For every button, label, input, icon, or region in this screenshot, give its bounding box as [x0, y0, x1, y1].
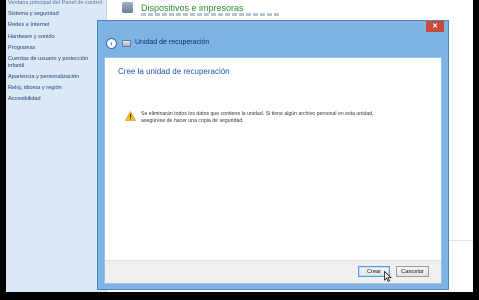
close-icon[interactable]: ✕: [426, 21, 444, 32]
sidebar-item-appearance[interactable]: Apariencia y personalización: [8, 74, 104, 81]
page-title: Cree la unidad de recuperación: [118, 67, 230, 76]
sidebar-item-hardware[interactable]: Hardware y sonido: [8, 34, 104, 41]
devices-printers-icon: [122, 2, 133, 13]
mouse-pointer-icon: [384, 271, 392, 282]
dialog-content: Cree la unidad de recuperación Se elimin…: [104, 57, 442, 284]
dialog-title-bar: ✕ ‹ Unidad de recuperación: [98, 21, 448, 55]
sidebar-item-accessibility[interactable]: Accesibilidad: [8, 96, 104, 103]
sidebar-item-clock-region[interactable]: Reloj, idioma y región: [8, 85, 104, 92]
cancel-button[interactable]: Cancelar: [396, 266, 429, 277]
recovery-drive-dialog: ✕ ‹ Unidad de recuperación Cree la unida…: [97, 20, 449, 290]
section-subtitle-links: [141, 13, 281, 16]
sidebar-item-network[interactable]: Redes e Internet: [8, 22, 104, 29]
recovery-drive-icon: [122, 40, 131, 47]
back-arrow-icon[interactable]: ‹: [106, 38, 117, 49]
dialog-footer: Crear Cancelar: [105, 260, 441, 283]
control-panel-sidebar: Ventana principal del Panel de control S…: [6, 0, 107, 292]
warning-message: Se eliminarán todos los datos que contie…: [141, 111, 374, 124]
section-title[interactable]: Dispositivos e impresoras: [141, 3, 244, 13]
dialog-title: Unidad de recuperación: [135, 39, 210, 46]
warning-icon: [125, 111, 136, 121]
sidebar-item-system-security[interactable]: Sistema y seguridad: [8, 11, 104, 18]
sidebar-item-programs[interactable]: Programas: [8, 45, 104, 52]
screen: Ventana principal del Panel de control S…: [6, 0, 473, 292]
control-panel-header: Dispositivos e impresoras: [116, 0, 473, 18]
sidebar-item-home[interactable]: Ventana principal del Panel de control: [8, 0, 104, 7]
sidebar-item-user-accounts[interactable]: Cuentas de usuario y protección infantil: [8, 56, 104, 69]
